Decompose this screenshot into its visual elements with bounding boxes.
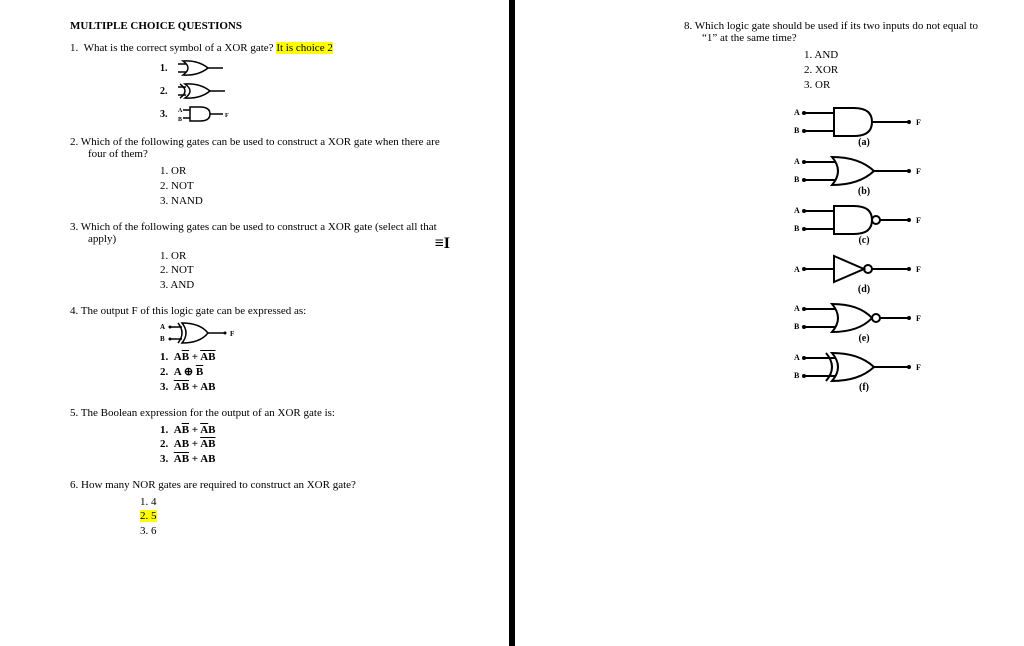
xor-gate-icon: A B F bbox=[794, 350, 934, 384]
q3-opt2: 2. NOT bbox=[160, 263, 460, 278]
q6-text: 6. How many NOR gates are required to co… bbox=[70, 479, 460, 491]
diagram-b: A B F (b) bbox=[744, 154, 984, 197]
q2-opt2: 2. NOT bbox=[160, 179, 460, 194]
diagram-e: A B F (e) bbox=[744, 301, 984, 344]
q3-text: 3. Which of the following gates can be u… bbox=[70, 221, 460, 245]
svg-text:F: F bbox=[916, 118, 921, 127]
q8-opt1: 1. AND bbox=[804, 48, 984, 63]
svg-text:B: B bbox=[794, 371, 800, 380]
q2-opt1: 1. OR bbox=[160, 164, 460, 179]
question-2: 2. Which of the following gates can be u… bbox=[70, 136, 460, 209]
right-page: 8. Which logic gate should be used if it… bbox=[524, 0, 1024, 646]
svg-text:F: F bbox=[916, 167, 921, 176]
svg-text:F: F bbox=[916, 265, 921, 274]
q1-highlight: It is choice 2 bbox=[276, 42, 333, 54]
page-title: MULTIPLE CHOICE QUESTIONS bbox=[70, 20, 460, 32]
q5-options: 1. AB + AB 2. AB + AB 3. AB + AB bbox=[70, 423, 460, 468]
left-page: MULTIPLE CHOICE QUESTIONS 1. What is the… bbox=[0, 0, 500, 646]
q8-opt2: 2. XOR bbox=[804, 63, 984, 78]
not-gate-icon: A F bbox=[794, 252, 934, 286]
svg-text:B: B bbox=[794, 126, 800, 135]
q4-text: 4. The output F of this logic gate can b… bbox=[70, 305, 460, 317]
diagram-c: A B F (c) bbox=[744, 203, 984, 246]
svg-text:A: A bbox=[794, 206, 800, 215]
q2-opt3: 3. NAND bbox=[160, 194, 460, 209]
q1-num: 1. bbox=[70, 42, 78, 54]
nor-gate-icon: A B F bbox=[794, 301, 934, 335]
or-gate-icon: A B F bbox=[794, 154, 934, 188]
question-5: 5. The Boolean expression for the output… bbox=[70, 407, 460, 468]
and-gate-icon: A B F bbox=[794, 105, 934, 139]
q1-opt3: 3. A B F bbox=[160, 104, 460, 124]
diagram-f: A B F (f) bbox=[744, 350, 984, 393]
question-3: 3. Which of the following gates can be u… bbox=[70, 221, 460, 294]
q8-text: 8. Which logic gate should be used if it… bbox=[684, 20, 984, 44]
q1-opt2: 2. bbox=[160, 81, 460, 101]
svg-text:B: B bbox=[794, 175, 800, 184]
svg-text:A: A bbox=[794, 265, 800, 274]
xor-gate-diagram-icon: A B F bbox=[160, 321, 250, 347]
page-gutter bbox=[500, 0, 524, 646]
q5-text: 5. The Boolean expression for the output… bbox=[70, 407, 460, 419]
svg-text:B: B bbox=[178, 117, 182, 123]
svg-text:F: F bbox=[916, 216, 921, 225]
svg-text:A: A bbox=[794, 157, 800, 166]
and-gate-labeled-icon: A B F bbox=[178, 104, 238, 124]
svg-text:B: B bbox=[160, 335, 165, 343]
q8-opt3: 3. OR bbox=[804, 78, 984, 93]
svg-text:F: F bbox=[225, 113, 229, 119]
q6-opt3: 3. 6 bbox=[140, 524, 460, 538]
question-4: 4. The output F of this logic gate can b… bbox=[70, 305, 460, 395]
svg-text:B: B bbox=[794, 322, 800, 331]
nand-gate-icon: A B F bbox=[794, 203, 934, 237]
q6-opt2: 2. 5 bbox=[140, 510, 157, 522]
svg-text:A: A bbox=[794, 304, 800, 313]
question-8: 8. Which logic gate should be used if it… bbox=[684, 20, 984, 93]
page-spread: MULTIPLE CHOICE QUESTIONS 1. What is the… bbox=[0, 0, 1024, 646]
question-1: 1. What is the correct symbol of a XOR g… bbox=[70, 42, 460, 124]
svg-text:F: F bbox=[230, 330, 234, 338]
q3-opt3: 3. AND bbox=[160, 278, 460, 293]
svg-text:A: A bbox=[160, 323, 165, 331]
xor-gate-icon bbox=[178, 81, 238, 101]
svg-text:A: A bbox=[794, 108, 800, 117]
svg-text:F: F bbox=[916, 314, 921, 323]
question-6: 6. How many NOR gates are required to co… bbox=[70, 479, 460, 538]
q1-opt1: 1. bbox=[160, 58, 460, 78]
or-gate-icon bbox=[178, 58, 238, 78]
svg-text:A: A bbox=[178, 108, 183, 114]
text-cursor-icon: ≡I bbox=[435, 235, 450, 253]
q6-opt1: 1. 4 bbox=[140, 495, 460, 509]
svg-text:B: B bbox=[794, 224, 800, 233]
q1-text: What is the correct symbol of a XOR gate… bbox=[84, 42, 274, 54]
q4-options: 1. AB + AB 2. A ⊕ B 3. AB + AB bbox=[70, 350, 460, 395]
q3-opt1: 1. OR bbox=[160, 249, 460, 264]
svg-text:F: F bbox=[916, 363, 921, 372]
diagram-d: A F (d) bbox=[744, 252, 984, 295]
gate-diagrams: A B F (a) A B bbox=[684, 105, 984, 393]
svg-text:A: A bbox=[794, 353, 800, 362]
q2-text: 2. Which of the following gates can be u… bbox=[70, 136, 460, 160]
diagram-a: A B F (a) bbox=[744, 105, 984, 148]
